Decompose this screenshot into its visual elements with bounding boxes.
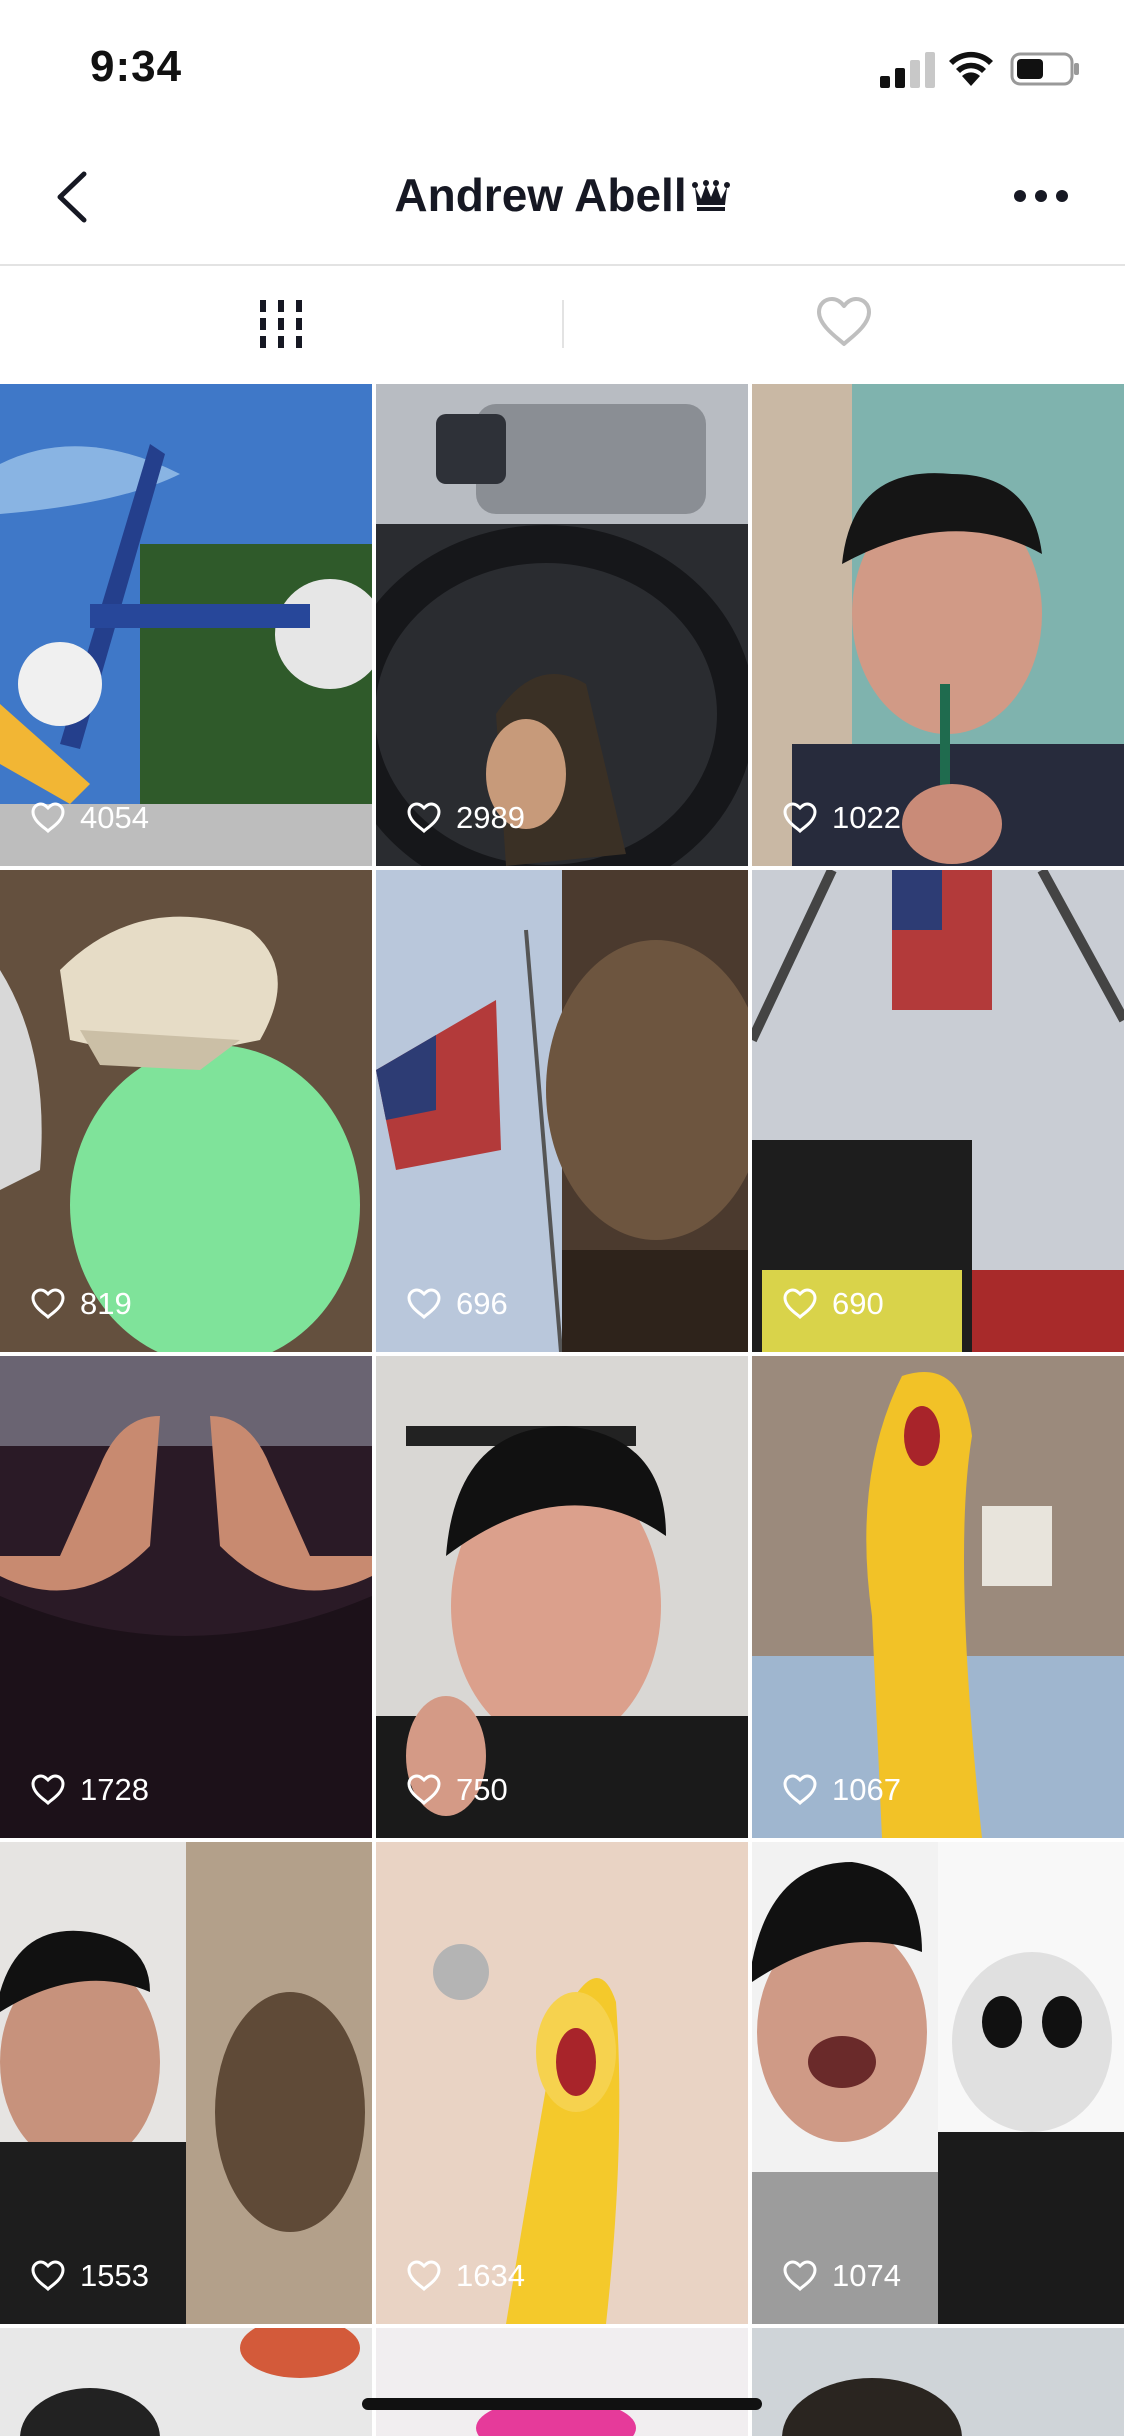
battery-icon — [1010, 52, 1079, 86]
man-backwards-cap-thumbnail — [752, 384, 1124, 866]
like-count: 1553 — [80, 2258, 149, 2293]
flag-over-fire-trucks-thumbnail — [752, 870, 1124, 1352]
heart-outline-icon — [817, 297, 871, 346]
video-thumbnail[interactable]: 1634 — [376, 1842, 748, 2324]
heart-outline-icon — [31, 802, 65, 834]
video-thumbnail[interactable] — [752, 2328, 1124, 2436]
video-thumbnail[interactable]: 819 — [0, 870, 372, 1352]
like-count: 1728 — [80, 1772, 149, 1807]
heart-outline-icon — [407, 2260, 441, 2292]
like-count: 2989 — [456, 800, 525, 835]
heart-outline-icon — [31, 1288, 65, 1320]
like-count: 696 — [456, 1286, 508, 1321]
tab-posts[interactable] — [0, 266, 562, 382]
video-thumbnail[interactable]: 1074 — [752, 1842, 1124, 2324]
like-count: 4054 — [80, 800, 149, 835]
profile-videos-screen: 9:34 Andrew Abell 4054 2989 1022 819 696… — [0, 0, 1125, 2436]
profile-name: Andrew Abell — [394, 169, 687, 221]
rubber-chicken-on-bed-thumbnail — [752, 1356, 1124, 1838]
man-backwards-cap-thumbnail — [376, 1356, 748, 1838]
like-count: 1634 — [456, 2258, 525, 2293]
heart-outline-icon — [31, 2260, 65, 2292]
status-bar: 9:34 — [0, 0, 1125, 132]
video-thumbnail[interactable] — [0, 2328, 372, 2436]
status-time: 9:34 — [90, 42, 183, 91]
heart-outline-icon — [407, 1774, 441, 1806]
wifi-icon — [949, 51, 993, 86]
video-thumbnail[interactable]: 1067 — [752, 1356, 1124, 1838]
heart-outline-icon — [783, 1288, 817, 1320]
rubber-chicken-in-sink-thumbnail — [376, 1842, 748, 2324]
profile-tabs — [0, 266, 1125, 382]
video-thumbnail[interactable]: 1022 — [752, 384, 1124, 866]
heart-outline-icon — [31, 1774, 65, 1806]
home-indicator[interactable] — [362, 2398, 762, 2410]
dinosaur-egg-thumbnail — [0, 870, 372, 1352]
man-and-panda-thumbnail — [752, 1842, 1124, 2324]
video-thumbnail[interactable]: 696 — [376, 870, 748, 1352]
cellular-signal-icon — [880, 52, 935, 88]
heart-outline-icon — [407, 802, 441, 834]
video-thumbnail[interactable]: 690 — [752, 870, 1124, 1352]
grid-icon — [260, 300, 302, 348]
heart-outline-icon — [783, 1774, 817, 1806]
more-options-icon[interactable] — [1010, 176, 1072, 216]
like-count: 1067 — [832, 1772, 901, 1807]
car-steering-wheel-thumbnail — [376, 384, 748, 866]
like-count: 750 — [456, 1772, 508, 1807]
tab-liked[interactable] — [563, 266, 1125, 382]
like-count: 819 — [80, 1286, 132, 1321]
heart-outline-icon — [783, 802, 817, 834]
man-and-marmot-thumbnail — [0, 1842, 372, 2324]
crown-icon — [691, 180, 730, 211]
like-count: 690 — [832, 1286, 884, 1321]
carnival-ride-thumbnail — [0, 384, 372, 866]
heart-outline-icon — [407, 1288, 441, 1320]
video-thumbnail[interactable]: 4054 — [0, 384, 372, 866]
partial-thumbnail — [376, 2328, 748, 2436]
profile-header: Andrew Abell — [0, 132, 1125, 266]
praying-hands-thumbnail — [0, 1356, 372, 1838]
video-thumbnail[interactable]: 1728 — [0, 1356, 372, 1838]
heart-outline-icon — [783, 2260, 817, 2292]
video-thumbnail[interactable] — [376, 2328, 748, 2436]
partial-thumbnail — [0, 2328, 372, 2436]
video-thumbnail[interactable]: 750 — [376, 1356, 748, 1838]
like-count: 1022 — [832, 800, 901, 835]
partial-thumbnail — [752, 2328, 1124, 2436]
flag-and-fire-helmet-thumbnail — [376, 870, 748, 1352]
like-count: 1074 — [832, 2258, 901, 2293]
video-thumbnail[interactable]: 2989 — [376, 384, 748, 866]
video-thumbnail[interactable]: 1553 — [0, 1842, 372, 2324]
